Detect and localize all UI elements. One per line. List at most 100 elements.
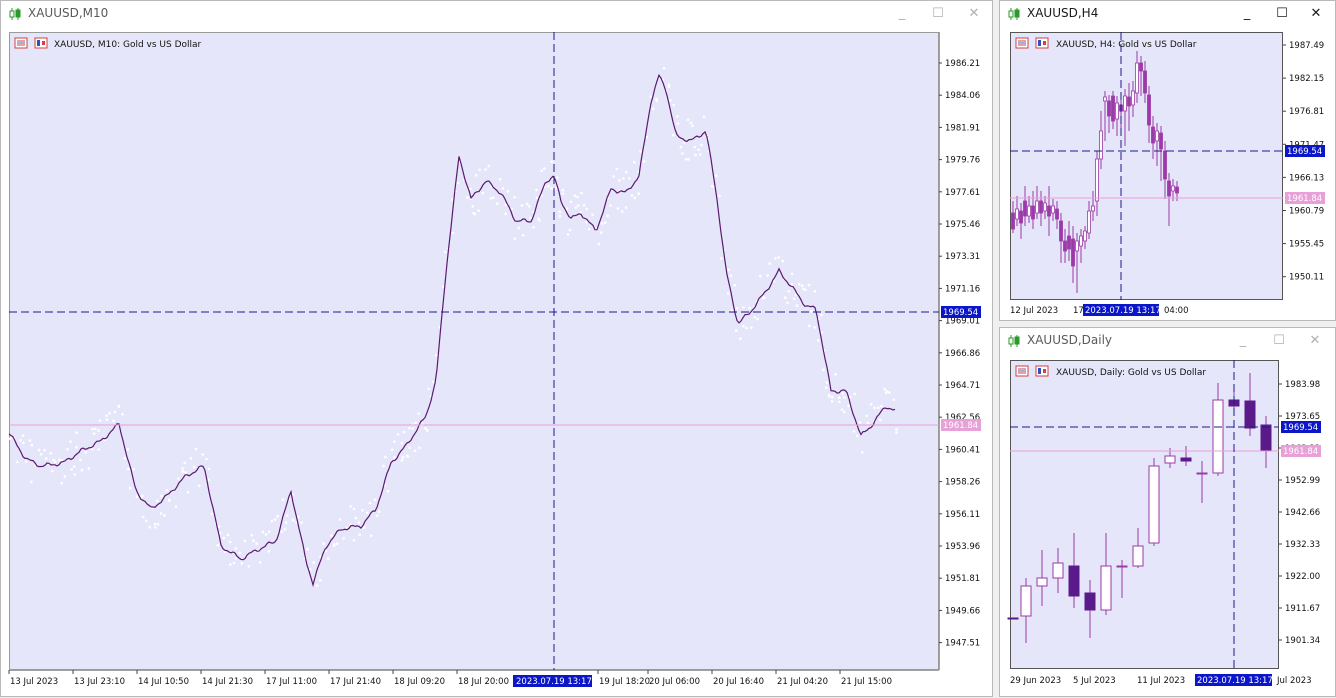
price-dot — [504, 212, 508, 216]
price-dot — [352, 539, 356, 542]
price-dot — [729, 274, 733, 278]
chart-m10[interactable]: 1986.21 1984.06 1981.91 1979.76 1977.61 1975.… — [1, 1, 994, 698]
chart-header: XAUUSD, M10: Gold vs US Dollar — [14, 37, 202, 50]
candle-body — [1087, 210, 1091, 234]
chart-header-text: XAUUSD, M10: Gold vs US Dollar — [54, 40, 202, 50]
price-dot — [21, 434, 25, 438]
price-dot — [556, 176, 559, 179]
candle-body — [1171, 185, 1175, 192]
price-dot — [466, 196, 469, 199]
price-dot — [734, 329, 738, 333]
price-dot — [742, 306, 745, 309]
price-dot — [155, 499, 159, 503]
price-dot — [535, 188, 538, 192]
price-tick: 1979.76 — [945, 156, 980, 166]
chart-type-icon[interactable] — [34, 37, 48, 49]
price-dot — [873, 406, 876, 410]
price-dot — [255, 542, 258, 545]
price-dot — [558, 210, 562, 213]
price-dot — [73, 473, 77, 476]
price-tick: 1949.66 — [945, 606, 980, 616]
chart-window-h4[interactable]: XAUUSD,H4 _ ☐ ✕ 1987.491982.151976.81197… — [999, 0, 1336, 321]
chart-type-icon[interactable] — [1035, 37, 1049, 49]
price-dot — [792, 297, 796, 301]
candle-body — [1059, 220, 1063, 242]
price-tick: 1932.33 — [1285, 540, 1320, 550]
price-dot — [408, 426, 411, 430]
price-dot — [70, 468, 74, 471]
price-dot — [434, 354, 438, 357]
price-dot — [843, 410, 846, 414]
price-dot — [585, 220, 588, 224]
price-dot — [697, 148, 700, 152]
price-dot — [726, 292, 730, 295]
price-dot — [276, 514, 279, 518]
price-dot — [662, 67, 666, 70]
price-dot — [267, 530, 271, 534]
candle-body — [1103, 96, 1107, 102]
price-dot — [60, 481, 63, 485]
price-dot — [94, 427, 97, 431]
price-dot — [838, 400, 841, 404]
candle-body — [1131, 90, 1135, 106]
price-dot — [569, 200, 573, 204]
crosshair-time-text: 2023.07.19 13:17 — [516, 677, 592, 687]
price-dot — [672, 103, 675, 107]
price-dot — [865, 414, 869, 418]
chart-type-icon[interactable] — [1035, 365, 1049, 377]
price-dot — [15, 460, 19, 464]
price-dot — [895, 431, 898, 434]
price-dot — [30, 480, 33, 484]
price-tick: 1964.71 — [945, 381, 980, 391]
crosshair-price-text: 1969.54 — [1283, 423, 1318, 433]
plot-area[interactable] — [9, 32, 939, 670]
price-dot — [291, 518, 295, 522]
time-tick: 13 Jul 2023 — [10, 677, 58, 687]
price-dot — [352, 507, 356, 511]
price-dot — [281, 498, 285, 502]
price-dot — [700, 143, 703, 147]
price-dot — [108, 412, 112, 415]
price-dot — [471, 205, 475, 208]
price-dot — [156, 522, 160, 526]
candle-body — [1071, 238, 1075, 267]
price-dot — [609, 204, 612, 207]
price-tick: 1966.86 — [945, 349, 980, 359]
price-dot — [217, 525, 221, 528]
price-dot — [612, 175, 615, 178]
price-dot — [684, 157, 688, 161]
price-dot — [487, 164, 490, 168]
price-dot — [691, 124, 694, 128]
price-dot — [585, 207, 589, 211]
price-dot — [628, 177, 631, 180]
price-dot — [790, 272, 794, 276]
price-dot — [19, 439, 22, 442]
price-dot — [79, 458, 82, 462]
price-dot — [22, 441, 25, 445]
price-dot — [39, 452, 43, 456]
price-dot — [424, 427, 427, 430]
price-dot — [181, 467, 184, 470]
chart-window-m10[interactable]: XAUUSD,M10 _ ☐ ✕ 1986.21 1984.06 1981.91 19… — [0, 0, 993, 697]
candle-body — [1244, 400, 1256, 429]
price-tick: 1966.13 — [1289, 173, 1324, 183]
price-dot — [813, 326, 817, 329]
price-dot — [753, 315, 757, 319]
candle-body — [1164, 455, 1176, 464]
price-dot — [883, 387, 887, 391]
price-dot — [273, 518, 277, 521]
price-dot — [159, 512, 163, 515]
time-tick: 20 Jul 16:40 — [713, 677, 764, 687]
chart-daily[interactable]: 1983.981973.651963.321952.991942.661932.… — [1000, 328, 1336, 698]
candle-body — [1084, 592, 1096, 611]
price-dot — [795, 304, 799, 308]
price-dot — [75, 431, 78, 435]
price-dot — [153, 526, 157, 529]
price-dot — [390, 448, 394, 452]
price-dot — [895, 428, 898, 431]
price-scale: 1983.981973.651963.321952.991942.661932.… — [1279, 380, 1320, 646]
time-tick: 5 Jul 2023 — [1073, 676, 1116, 686]
chart-window-daily[interactable]: XAUUSD,Daily _ ☐ ✕ 1983.981973.651963.32… — [999, 327, 1336, 697]
chart-h4[interactable]: 1987.491982.151976.811971.471966.131960.… — [1000, 1, 1336, 322]
price-dot — [135, 495, 139, 498]
